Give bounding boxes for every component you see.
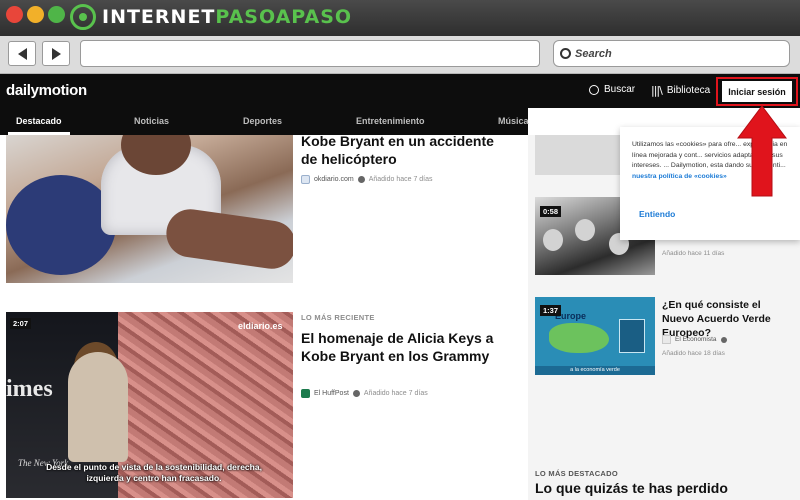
search-icon — [560, 48, 571, 59]
duration-badge: 0:58 — [540, 206, 562, 217]
upload-age: Añadido hace 7 días — [363, 390, 428, 397]
window-titlebar: INTERNETPASOAPASO — [0, 0, 800, 36]
dm-search-label: Buscar — [604, 84, 636, 95]
minimize-window-button[interactable] — [27, 6, 44, 23]
okdiario-icon — [301, 175, 310, 184]
category-nav: Destacado Noticias Deportes Entretenimie… — [0, 108, 529, 135]
video-title-grammy[interactable]: El homenaje de Alicia Keys a Kobe Bryant… — [301, 329, 511, 365]
sidebar-video-title[interactable]: ¿En qué consiste el Nuevo Acuerdo Verde … — [662, 298, 792, 340]
dailymotion-header: dailymotion Buscar |||\ Biblioteca — [0, 74, 800, 108]
tab-noticias[interactable]: Noticias — [134, 116, 169, 126]
brand-mark-icon — [70, 4, 96, 30]
duration-badge: 1:37 — [540, 305, 562, 316]
video-title-kobe-accident[interactable]: Kobe Bryant en un accidente de helicópte… — [301, 132, 511, 168]
brand-accent: PASOAPASO — [215, 6, 353, 28]
source-icon — [662, 335, 671, 344]
thumb-times-text: imes — [6, 376, 53, 402]
browser-toolbar: Search — [0, 36, 800, 74]
dm-search-button[interactable]: Buscar — [589, 84, 635, 95]
back-button[interactable] — [8, 41, 36, 66]
cookie-accept-button[interactable]: Entiendo — [639, 209, 675, 219]
forward-button[interactable] — [42, 41, 70, 66]
tab-entretenimiento[interactable]: Entretenimiento — [356, 116, 425, 126]
brand-prefix: INTERNET — [102, 6, 216, 28]
video-thumbnail-grammy[interactable]: imes The New York eldiario.es Desde el p… — [6, 312, 293, 498]
library-button[interactable]: |||\ Biblioteca — [651, 84, 710, 97]
verified-icon — [720, 336, 727, 343]
source-name[interactable]: El HuffPost — [314, 390, 349, 397]
huffpost-icon — [301, 389, 310, 398]
video-thumbnail-kobe[interactable] — [6, 135, 293, 283]
internetpasoapaso-logo: INTERNETPASOAPASO — [70, 3, 352, 31]
back-arrow-icon — [17, 47, 27, 60]
duration-badge: 2:07 — [10, 318, 32, 329]
tab-destacado[interactable]: Destacado — [16, 116, 62, 126]
login-button[interactable]: Iniciar sesión — [722, 81, 792, 102]
browser-search-field[interactable]: Search — [553, 40, 790, 67]
source-name[interactable]: okdiario.com — [314, 176, 354, 183]
verified-icon — [357, 176, 365, 183]
section-title: Lo que quizás te has perdido — [535, 480, 728, 496]
video-source-row: El HuffPost Añadido hace 7 días — [301, 389, 428, 398]
upload-age: Añadido hace 11 días — [662, 250, 725, 257]
close-window-button[interactable] — [6, 6, 23, 23]
thumb-brand: eldiario.es — [238, 321, 283, 331]
library-icon: |||\ — [651, 84, 663, 97]
forward-arrow-icon — [51, 47, 61, 60]
section-kicker: LO MÁS DESTACADO — [535, 469, 618, 478]
upload-age: Añadido hace 18 días — [662, 350, 725, 357]
maximize-window-button[interactable] — [48, 6, 65, 23]
tab-musica[interactable]: Música — [498, 116, 529, 126]
video-source-row: okdiario.com Añadido hace 7 días — [301, 175, 433, 184]
tab-deportes[interactable]: Deportes — [243, 116, 282, 126]
verified-icon — [352, 390, 360, 397]
cookie-policy-link[interactable]: nuestra política de «cookies» — [632, 173, 727, 180]
address-bar[interactable] — [80, 40, 540, 67]
source-name[interactable]: El Economista — [675, 336, 717, 343]
video-source-row: El Economista — [662, 335, 727, 344]
thumb-footer-text: a la economía verde — [535, 366, 655, 375]
library-label: Biblioteca — [666, 85, 711, 96]
search-placeholder: Search — [575, 47, 612, 60]
dailymotion-logo[interactable]: dailymotion — [6, 82, 87, 99]
pointer-arrow-icon — [737, 105, 787, 197]
section-kicker: LO MÁS RECIENTE — [301, 313, 375, 322]
search-icon — [589, 84, 599, 95]
thumb-subtitle: Desde el punto de vista de la sostenibil… — [46, 462, 262, 483]
upload-age: Añadido hace 7 días — [368, 176, 433, 183]
